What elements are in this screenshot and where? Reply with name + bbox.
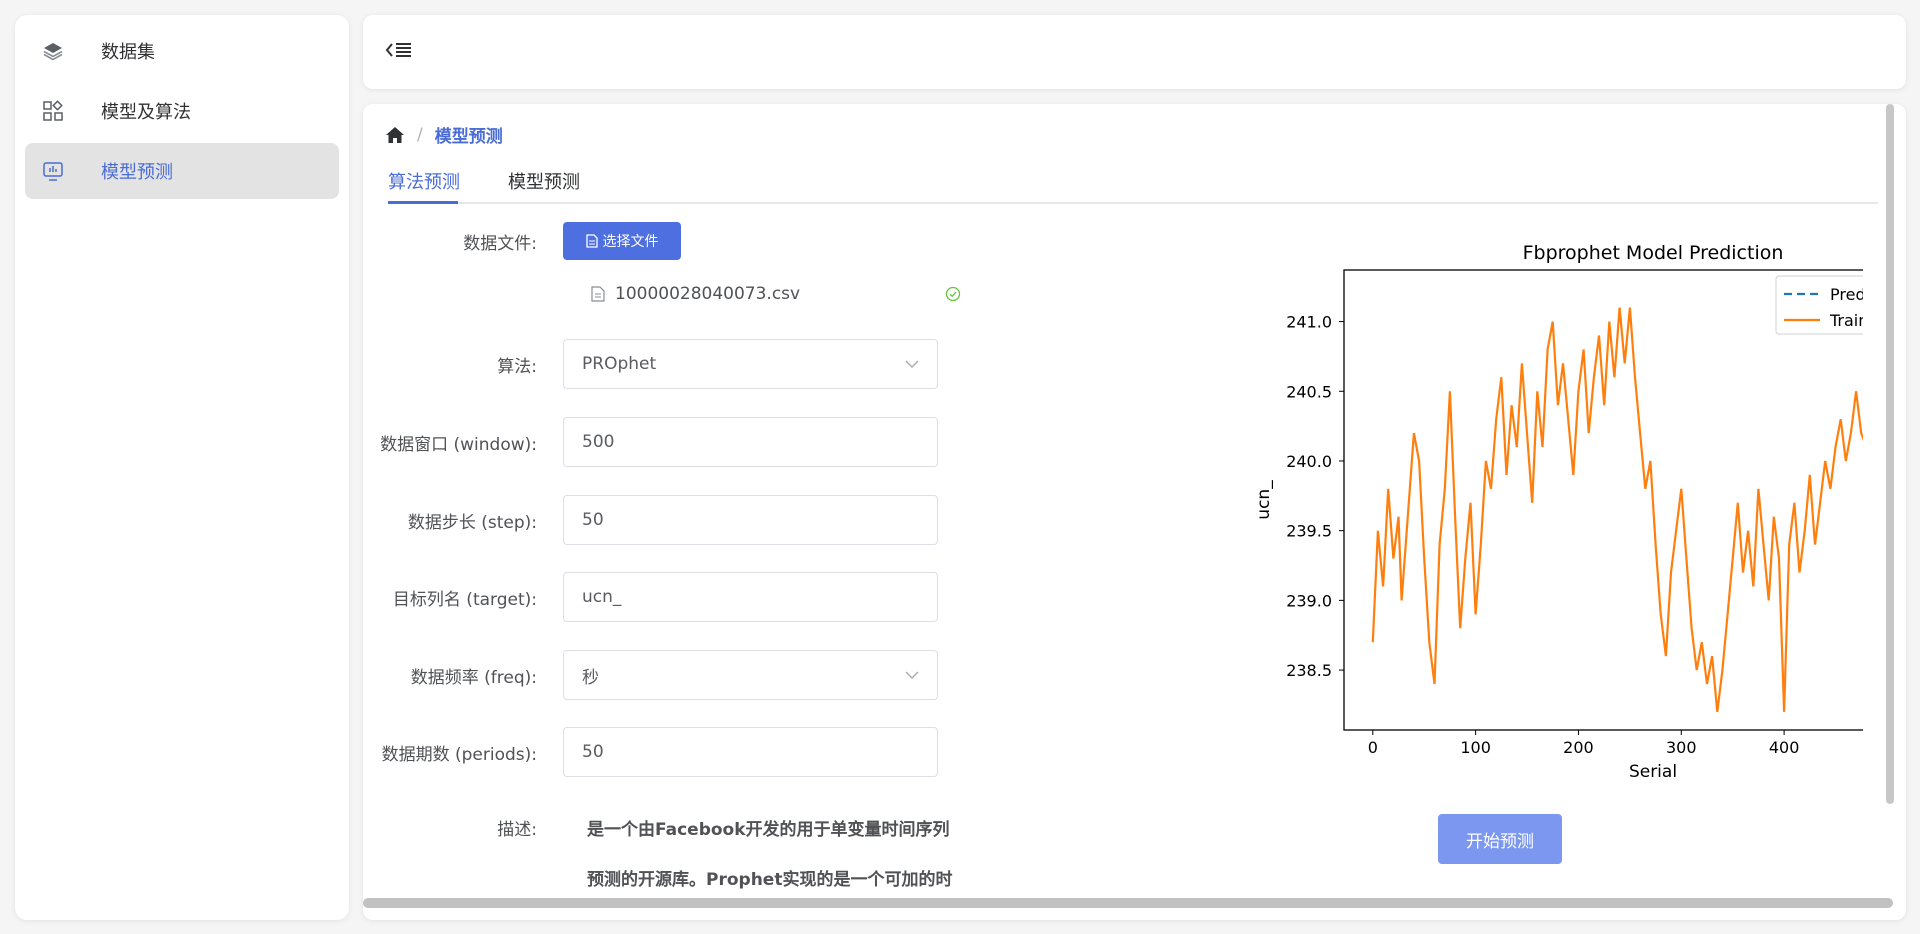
sidebar-item-label: 模型及算法 [101,102,191,123]
choose-file-label: 选择文件 [602,234,659,250]
algorithm-value: PROphet [582,354,657,374]
y-tick-label: 240.0 [1286,452,1332,471]
x-tick-label: 400 [1769,738,1800,757]
collapse-menu-icon[interactable] [385,39,413,65]
breadcrumb-current: 模型预测 [434,127,503,147]
form-row-file: 数据文件: 选择文件 [363,222,681,260]
file-label: 数据文件: [463,233,537,254]
tab-algorithm-prediction[interactable]: 算法预测 [388,168,460,194]
sidebar-item-label: 数据集 [101,42,155,63]
tab-active-indicator [388,201,458,204]
x-axis-label: Serial [1629,762,1677,782]
y-tick-label: 238.5 [1286,661,1332,680]
freq-select[interactable]: 秒 [563,650,938,700]
form-row-step: 数据步长 (step): 50 [363,495,938,545]
top-bar [363,15,1906,89]
step-value: 50 [582,510,604,530]
description-label: 描述: [497,820,537,840]
home-icon[interactable] [385,126,405,144]
choose-file-button[interactable]: 选择文件 [563,222,681,260]
uploaded-file[interactable]: 10000028040073.csv [591,284,961,304]
legend-label: Prediction [1830,285,1863,304]
periods-value: 50 [582,742,604,762]
chevron-down-icon [905,360,919,368]
x-tick-label: 300 [1666,738,1697,757]
y-tick-label: 239.0 [1286,591,1332,610]
horizontal-scrollbar[interactable] [363,898,1893,908]
y-tick-label: 239.5 [1286,522,1332,541]
tab-model-prediction[interactable]: 模型预测 [508,168,580,194]
document-icon [585,234,598,248]
file-icon [591,286,605,302]
algorithm-select[interactable]: PROphet [563,339,938,389]
periods-label: 数据期数 (periods): [381,744,537,765]
window-value: 500 [582,432,615,452]
step-input[interactable]: 50 [563,495,938,545]
target-label: 目标列名 (target): [392,589,537,610]
freq-value: 秒 [582,667,599,688]
sidebar-item-datasets[interactable]: 数据集 [25,23,339,79]
form-row-freq: 数据频率 (freq): 秒 [363,650,938,700]
periods-input[interactable]: 50 [563,727,938,777]
layers-icon [41,39,65,63]
main-panel: / 模型预测 算法预测 模型预测 数据文件: 选择文件 100000280400… [363,104,1906,920]
breadcrumb-separator: / [417,124,423,145]
sidebar-item-label: 模型预测 [101,162,173,183]
description-line: 是一个由Facebook开发的用于单变量时间序列 [587,820,950,840]
check-circle-icon [945,286,961,302]
chart-title: Fbprophet Model Prediction [1523,242,1784,264]
start-prediction-button[interactable]: 开始预测 [1438,814,1562,864]
x-tick-label: 100 [1460,738,1491,757]
form-row-window: 数据窗口 (window): 500 [363,417,938,467]
legend-label: Training Data [1829,311,1863,330]
algorithm-label: 算法: [497,356,537,377]
monitor-chart-icon [41,159,65,183]
sidebar-item-prediction[interactable]: 模型预测 [25,143,339,199]
tab-bar: 算法预测 模型预测 [388,162,1878,204]
form-row-periods: 数据期数 (periods): 50 [363,727,938,777]
prediction-chart: Fbprophet Model Prediction01002003004005… [1103,239,1906,799]
form-row-target: 目标列名 (target): ucn_ [363,572,938,622]
sidebar: 数据集 模型及算法 模型预测 [15,15,349,920]
window-input[interactable]: 500 [563,417,938,467]
description-text: 是一个由Facebook开发的用于单变量时间序列 预测的开源库。Prophet实… [587,805,962,905]
file-name: 10000028040073.csv [615,284,801,304]
x-tick-label: 0 [1368,738,1378,757]
x-tick-label: 200 [1563,738,1594,757]
chevron-down-icon [905,671,919,679]
step-label: 数据步长 (step): [407,512,537,533]
breadcrumb: / 模型预测 [385,122,503,147]
sidebar-item-models[interactable]: 模型及算法 [25,83,339,139]
y-tick-label: 241.0 [1286,313,1332,332]
y-axis-label: ucn_ [1254,480,1274,520]
vertical-scrollbar[interactable] [1886,104,1894,804]
freq-label: 数据频率 (freq): [410,667,537,688]
target-input[interactable]: ucn_ [563,572,938,622]
target-value: ucn_ [582,587,622,607]
chart-svg: Fbprophet Model Prediction01002003004005… [1254,242,1906,782]
form-row-algorithm: 算法: PROphet [363,339,938,389]
grid-apps-icon [41,99,65,123]
y-tick-label: 240.5 [1286,382,1332,401]
window-label: 数据窗口 (window): [380,434,537,455]
